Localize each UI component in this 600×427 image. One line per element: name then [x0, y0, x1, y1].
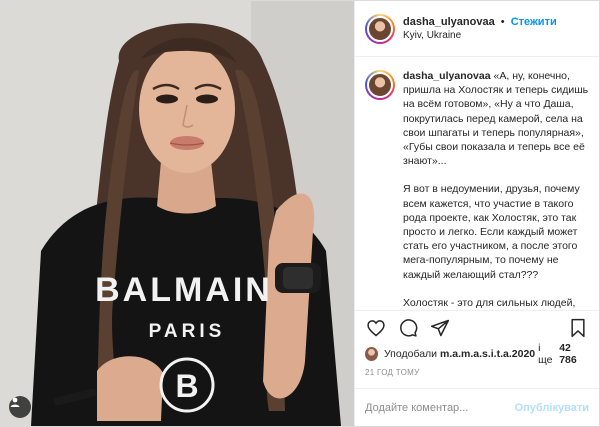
caption-text: dasha_ulyanovaa «А, ну, конечно, пришла н… [403, 69, 589, 310]
post-header: dasha_ulyanovaa • Стежити Kyiv, Ukraine [355, 1, 599, 57]
publish-button[interactable]: Опублікувати [515, 402, 589, 414]
instagram-post: BALMAIN PARIS B dasha_ulyanovaa • Стежит… [0, 0, 600, 427]
bookmark-icon[interactable] [565, 315, 591, 341]
likes-summary: Уподобали m.a.m.a.s.i.t.a.2020 і ще 42 7… [355, 342, 599, 366]
comment-input[interactable] [365, 401, 515, 414]
user-tag-icon[interactable] [9, 396, 31, 418]
shirt-brand-text: BALMAIN [95, 271, 273, 309]
caption-paragraph-3: Холостяк - это для сильных людей, готовы… [403, 296, 576, 309]
likes-middle: і ще [538, 342, 553, 366]
caption-area: dasha_ulyanovaa «А, ну, конечно, пришла н… [355, 57, 599, 310]
follow-button[interactable]: Стежити [511, 16, 557, 28]
post-location[interactable]: Kyiv, Ukraine [403, 29, 557, 43]
share-icon[interactable] [427, 315, 453, 341]
shirt-emblem-text: B [175, 368, 198, 404]
likes-count[interactable]: 42 786 [559, 342, 589, 366]
action-bar [355, 310, 599, 344]
post-photo[interactable]: BALMAIN PARIS B [1, 1, 354, 426]
user-silhouette-icon [10, 397, 20, 407]
liker-username[interactable]: m.a.m.a.s.i.t.a.2020 [440, 348, 535, 360]
author-username[interactable]: dasha_ulyanovaa [403, 16, 495, 28]
liker-avatar[interactable] [365, 347, 378, 361]
shirt-city-text: PARIS [149, 321, 226, 342]
caption-paragraph-1: «А, ну, конечно, пришла на Холостяк и те… [403, 70, 589, 168]
author-avatar[interactable] [365, 13, 395, 44]
caption-username[interactable]: dasha_ulyanovaa [403, 70, 491, 82]
comment-icon[interactable] [395, 315, 421, 341]
post-timestamp[interactable]: 21 год тому [355, 364, 599, 388]
heart-icon[interactable] [363, 315, 389, 341]
comment-form: Опублікувати [355, 388, 599, 426]
caption-paragraph-2: Я вот в недоумении, друзья, почему всем … [403, 183, 580, 281]
header-separator: • [500, 15, 505, 28]
post-side-panel: dasha_ulyanovaa • Стежити Kyiv, Ukraine … [354, 1, 599, 426]
likes-prefix: Уподобали [383, 348, 438, 360]
portrait-illustration: BALMAIN PARIS B [1, 1, 354, 426]
caption-author-avatar[interactable] [365, 70, 395, 100]
